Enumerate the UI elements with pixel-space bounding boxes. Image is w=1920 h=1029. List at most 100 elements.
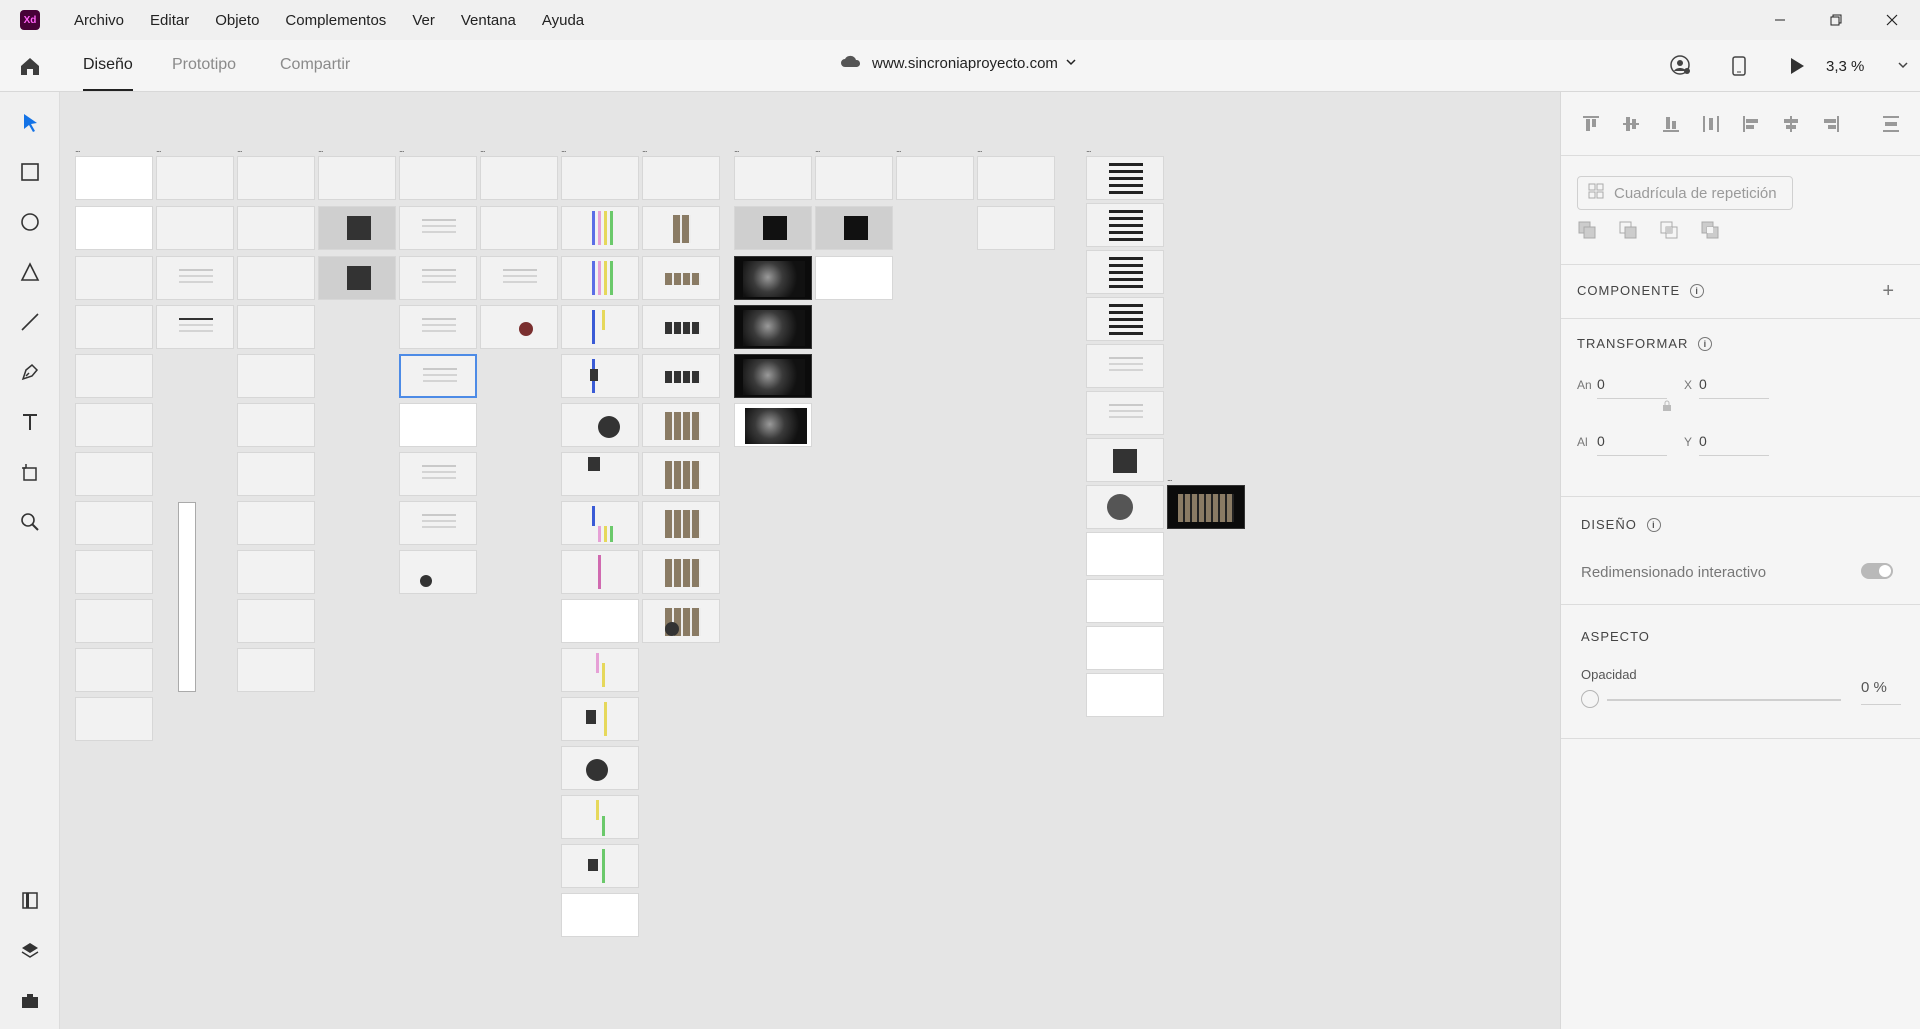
artboard[interactable] xyxy=(1086,156,1164,200)
boolean-exclude-icon[interactable] xyxy=(1700,220,1722,242)
artboard[interactable] xyxy=(1086,673,1164,717)
tab-share[interactable]: Compartir xyxy=(280,56,350,74)
artboard[interactable] xyxy=(75,256,153,300)
device-preview-icon[interactable] xyxy=(1710,40,1768,92)
artboard[interactable] xyxy=(561,844,639,888)
artboard[interactable] xyxy=(1167,485,1245,529)
menu-ventana[interactable]: Ventana xyxy=(461,12,516,29)
artboard[interactable] xyxy=(1086,203,1164,247)
zoom-chevron-icon[interactable] xyxy=(1886,60,1920,72)
assets-icon[interactable] xyxy=(15,885,45,915)
artboard[interactable] xyxy=(642,206,720,250)
artboard[interactable] xyxy=(237,501,315,545)
artboard[interactable] xyxy=(734,156,812,200)
repeat-grid-button[interactable]: Cuadrícula de repetición xyxy=(1577,176,1793,210)
artboard[interactable] xyxy=(642,501,720,545)
pen-icon[interactable] xyxy=(15,357,45,387)
artboard[interactable] xyxy=(399,156,477,200)
menu-objeto[interactable]: Objeto xyxy=(215,12,259,29)
artboard-selected[interactable] xyxy=(399,354,477,398)
artboard[interactable] xyxy=(480,156,558,200)
artboard[interactable] xyxy=(75,501,153,545)
opacity-input[interactable]: 0 % xyxy=(1861,679,1887,696)
design-canvas[interactable]: ... ... ... ... ... ... ... ... ... ... … xyxy=(60,92,1560,1029)
artboard-label[interactable]: ... xyxy=(480,144,485,154)
artboard[interactable] xyxy=(896,156,974,200)
artboard[interactable] xyxy=(1086,344,1164,388)
artboard[interactable] xyxy=(156,156,234,200)
layers-icon[interactable] xyxy=(15,935,45,965)
artboard[interactable] xyxy=(156,206,234,250)
menu-ayuda[interactable]: Ayuda xyxy=(542,12,584,29)
info-icon[interactable]: i xyxy=(1690,283,1705,298)
artboard[interactable] xyxy=(75,697,153,741)
artboard[interactable] xyxy=(815,206,893,250)
restore-icon[interactable] xyxy=(1808,0,1864,40)
opacity-slider-track[interactable] xyxy=(1607,699,1841,701)
tab-prototype[interactable]: Prototipo xyxy=(172,56,236,74)
artboard[interactable] xyxy=(561,206,639,250)
plugins-icon[interactable] xyxy=(15,985,45,1015)
rectangle-icon[interactable] xyxy=(15,157,45,187)
artboard[interactable] xyxy=(480,206,558,250)
menu-editar[interactable]: Editar xyxy=(150,12,189,29)
artboard[interactable] xyxy=(1086,297,1164,341)
artboard[interactable] xyxy=(156,256,234,300)
x-input[interactable]: 0 xyxy=(1699,376,1707,392)
artboard[interactable] xyxy=(561,403,639,447)
artboard[interactable] xyxy=(734,354,812,398)
minimize-icon[interactable] xyxy=(1752,0,1808,40)
artboard[interactable] xyxy=(237,403,315,447)
artboard[interactable] xyxy=(237,550,315,594)
info-icon[interactable]: i xyxy=(1646,517,1661,532)
artboard[interactable] xyxy=(480,256,558,300)
artboard[interactable] xyxy=(642,403,720,447)
artboard[interactable] xyxy=(75,648,153,692)
artboard[interactable] xyxy=(734,403,812,447)
artboard-label[interactable]: ... xyxy=(1086,144,1091,154)
artboard[interactable] xyxy=(561,256,639,300)
artboard[interactable] xyxy=(642,156,720,200)
align-left-icon[interactable] xyxy=(1739,112,1763,136)
zoom-icon[interactable] xyxy=(15,507,45,537)
artboard[interactable] xyxy=(561,452,639,496)
artboard[interactable] xyxy=(561,795,639,839)
artboard-label[interactable]: ... xyxy=(734,144,739,154)
artboard[interactable] xyxy=(561,599,639,643)
menu-archivo[interactable]: Archivo xyxy=(74,12,124,29)
tab-design[interactable]: Diseño xyxy=(83,56,133,74)
artboard[interactable] xyxy=(561,501,639,545)
artboard[interactable] xyxy=(75,599,153,643)
artboard[interactable] xyxy=(642,256,720,300)
artboard[interactable] xyxy=(237,156,315,200)
artboard-label[interactable]: ... xyxy=(156,144,161,154)
artboard[interactable] xyxy=(561,893,639,937)
play-preview-icon[interactable] xyxy=(1768,40,1826,92)
artboard-label[interactable]: ... xyxy=(896,144,901,154)
artboard[interactable] xyxy=(237,599,315,643)
artboard[interactable] xyxy=(75,305,153,349)
distribute-horizontal-icon[interactable] xyxy=(1879,112,1903,136)
artboard[interactable] xyxy=(399,256,477,300)
artboard[interactable] xyxy=(75,452,153,496)
artboard[interactable] xyxy=(1086,626,1164,670)
artboard[interactable] xyxy=(156,305,234,349)
artboard[interactable] xyxy=(1086,250,1164,294)
artboard[interactable] xyxy=(237,452,315,496)
artboard[interactable] xyxy=(75,550,153,594)
artboard-label[interactable]: ... xyxy=(977,144,982,154)
polygon-icon[interactable] xyxy=(15,257,45,287)
artboard[interactable] xyxy=(1086,485,1164,529)
artboard[interactable] xyxy=(561,697,639,741)
add-component-icon[interactable]: + xyxy=(1882,280,1894,303)
artboard[interactable] xyxy=(75,156,153,200)
artboard[interactable] xyxy=(642,599,720,643)
artboard-label[interactable]: ... xyxy=(237,144,242,154)
lock-aspect-icon[interactable] xyxy=(1662,400,1672,412)
boolean-intersect-icon[interactable] xyxy=(1659,220,1681,242)
artboard[interactable] xyxy=(1086,579,1164,623)
align-middle-icon[interactable] xyxy=(1619,112,1643,136)
line-icon[interactable] xyxy=(15,307,45,337)
ellipse-icon[interactable] xyxy=(15,207,45,237)
align-center-icon[interactable] xyxy=(1779,112,1803,136)
